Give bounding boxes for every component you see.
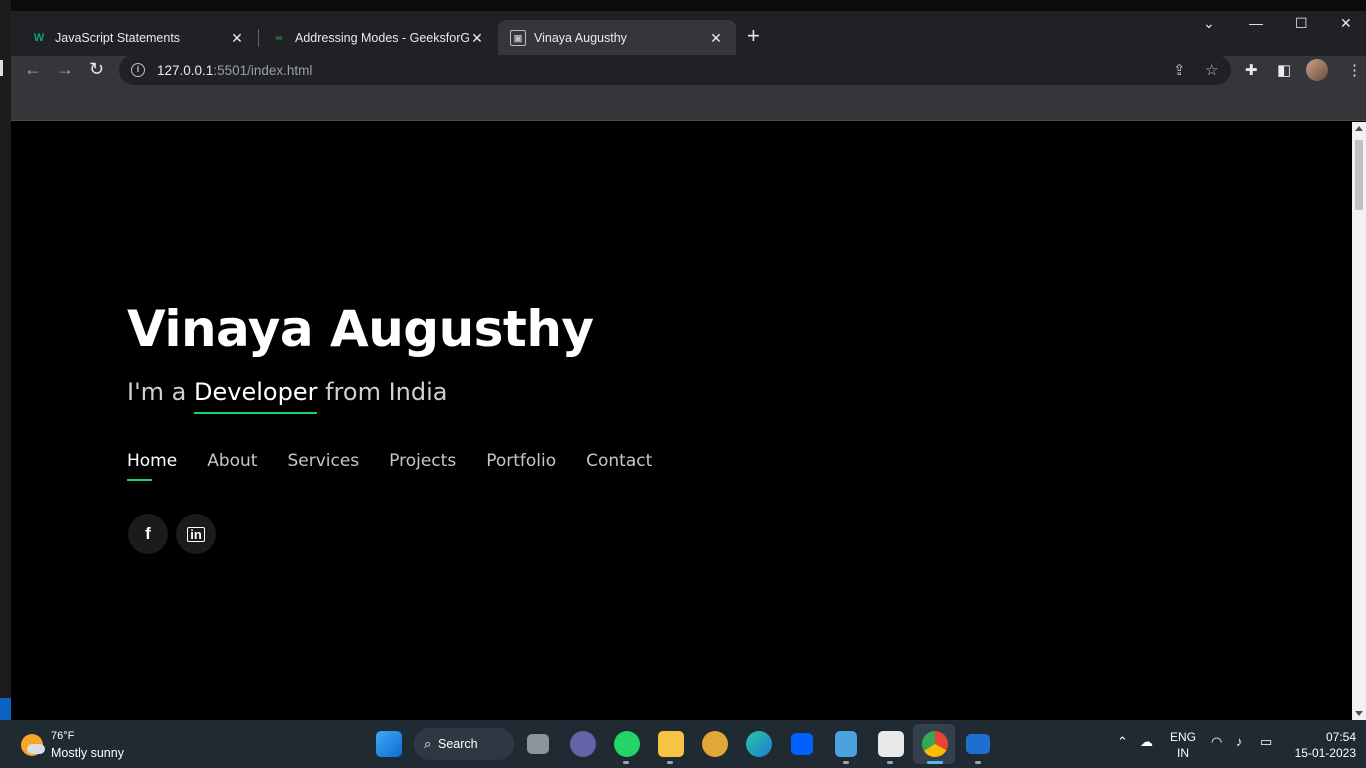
- start-icon[interactable]: [376, 731, 402, 757]
- address-bar[interactable]: i 127.0.0.1:5501/index.html: [119, 55, 1231, 85]
- weather-description[interactable]: Mostly sunny: [51, 746, 124, 760]
- weather-temperature[interactable]: 76°F: [51, 730, 74, 742]
- profile-avatar[interactable]: [1306, 59, 1328, 81]
- scroll-down-arrow-icon[interactable]: [1355, 711, 1363, 716]
- edge-icon[interactable]: [746, 731, 772, 757]
- desktop-marker: [0, 60, 3, 76]
- back-icon[interactable]: ←: [24, 59, 42, 80]
- scroll-up-arrow-icon[interactable]: [1355, 126, 1363, 131]
- nav-home[interactable]: Home: [127, 451, 177, 481]
- close-icon[interactable]: ✕: [469, 30, 485, 47]
- chevron-up-icon[interactable]: ⌃: [1117, 734, 1128, 750]
- minimize-button[interactable]: —: [1249, 15, 1263, 31]
- facebook-icon[interactable]: f: [128, 514, 168, 554]
- chrome-icon[interactable]: [922, 731, 948, 757]
- hero-tagline: I'm a Developer from India: [127, 378, 448, 414]
- new-tab-button[interactable]: +: [747, 25, 760, 47]
- running-indicator: [667, 761, 673, 764]
- language-region[interactable]: IN: [1168, 746, 1198, 760]
- vscode-window-icon[interactable]: [966, 734, 990, 754]
- desktop-accent: [0, 698, 11, 720]
- task-view-icon[interactable]: [527, 734, 549, 754]
- hero-name: Vinaya Augusthy: [127, 300, 594, 358]
- page-scrollbar[interactable]: [1352, 122, 1366, 720]
- nav-services[interactable]: Services: [287, 451, 359, 477]
- reload-icon[interactable]: ↻: [89, 59, 104, 80]
- side-panel-icon[interactable]: ◧: [1277, 61, 1291, 79]
- battery-icon[interactable]: ▭: [1260, 734, 1272, 750]
- running-indicator: [843, 761, 849, 764]
- clock-date[interactable]: 15-01-2023: [1288, 746, 1356, 760]
- scrollbar-thumb[interactable]: [1355, 140, 1363, 210]
- url-host: 127.0.0.1: [157, 62, 214, 78]
- onedrive-icon[interactable]: ☁: [1140, 734, 1153, 750]
- geeksforgeeks-icon: ∞: [275, 32, 283, 44]
- language-code[interactable]: ENG: [1168, 730, 1198, 744]
- forward-icon[interactable]: →: [56, 59, 74, 80]
- active-indicator: [927, 761, 943, 764]
- page-viewport: Vinaya Augusthy I'm a Developer from Ind…: [11, 122, 1352, 720]
- tab-title: Vinaya Augusthy: [534, 31, 627, 45]
- linkedin-glyph: in: [187, 526, 205, 542]
- nav-portfolio[interactable]: Portfolio: [486, 451, 556, 477]
- page-icon: ▣: [510, 30, 526, 46]
- tab-addressing-modes[interactable]: ∞ Addressing Modes - GeeksforGe ✕: [259, 20, 497, 56]
- paint-icon[interactable]: [878, 731, 904, 757]
- wifi-icon[interactable]: ◠: [1211, 734, 1222, 750]
- tagline-role: Developer: [194, 378, 318, 414]
- extensions-icon[interactable]: ✚: [1245, 61, 1258, 79]
- url-path: :5501/index.html: [213, 62, 313, 78]
- notepad-icon[interactable]: [835, 731, 857, 757]
- nav-about[interactable]: About: [207, 451, 257, 477]
- tab-javascript-statements[interactable]: W JavaScript Statements ✕: [19, 20, 257, 56]
- bookmarks-bar: [11, 86, 1366, 121]
- facebook-glyph: f: [145, 524, 151, 543]
- running-indicator: [975, 761, 981, 764]
- tab-vinaya-augusthy[interactable]: ▣ Vinaya Augusthy ✕: [498, 20, 736, 56]
- app-mascot-icon[interactable]: [702, 731, 728, 757]
- dropbox-icon[interactable]: [791, 733, 813, 755]
- main-nav: Home About Services Projects Portfolio C…: [127, 451, 652, 481]
- desktop-edge: [0, 0, 11, 720]
- browser-window: W JavaScript Statements ✕ ∞ Addressing M…: [11, 11, 1366, 720]
- weather-sunny-icon[interactable]: [21, 734, 45, 756]
- close-window-button[interactable]: ✕: [1340, 15, 1352, 32]
- menu-icon[interactable]: ⋮: [1347, 61, 1362, 79]
- maximize-button[interactable]: ☐: [1295, 15, 1308, 32]
- tab-search-icon[interactable]: ⌄: [1203, 15, 1215, 32]
- volume-icon[interactable]: ♪: [1236, 734, 1243, 749]
- teams-chat-icon[interactable]: [570, 731, 596, 757]
- tab-title: Addressing Modes - GeeksforGe: [295, 31, 469, 45]
- running-indicator: [623, 761, 629, 764]
- tab-strip: W JavaScript Statements ✕ ∞ Addressing M…: [11, 11, 1366, 56]
- bookmark-star-icon[interactable]: ☆: [1205, 61, 1218, 79]
- file-explorer-icon[interactable]: [658, 731, 684, 757]
- site-info-icon[interactable]: i: [131, 63, 145, 77]
- tagline-suffix: from India: [317, 378, 448, 406]
- search-icon: ⌕: [424, 736, 432, 751]
- browser-toolbar: ← → ↻ i 127.0.0.1:5501/index.html ⇪ ☆ ✚ …: [11, 55, 1366, 86]
- windows-taskbar: 76°F Mostly sunny ⌕ Search ⌃ ☁ ENG IN ◠ …: [0, 720, 1366, 768]
- whatsapp-icon[interactable]: [614, 731, 640, 757]
- w3schools-icon: W: [33, 32, 45, 44]
- running-indicator: [887, 761, 893, 764]
- taskbar-search[interactable]: ⌕ Search: [414, 728, 514, 760]
- close-icon[interactable]: ✕: [229, 30, 245, 47]
- close-icon[interactable]: ✕: [708, 30, 724, 47]
- linkedin-icon[interactable]: in: [176, 514, 216, 554]
- nav-contact[interactable]: Contact: [586, 451, 652, 477]
- search-label: Search: [438, 737, 478, 751]
- clock-time[interactable]: 07:54: [1288, 730, 1356, 744]
- tab-title: JavaScript Statements: [55, 31, 181, 45]
- tagline-prefix: I'm a: [127, 378, 195, 406]
- nav-projects[interactable]: Projects: [389, 451, 456, 477]
- share-icon[interactable]: ⇪: [1173, 61, 1186, 79]
